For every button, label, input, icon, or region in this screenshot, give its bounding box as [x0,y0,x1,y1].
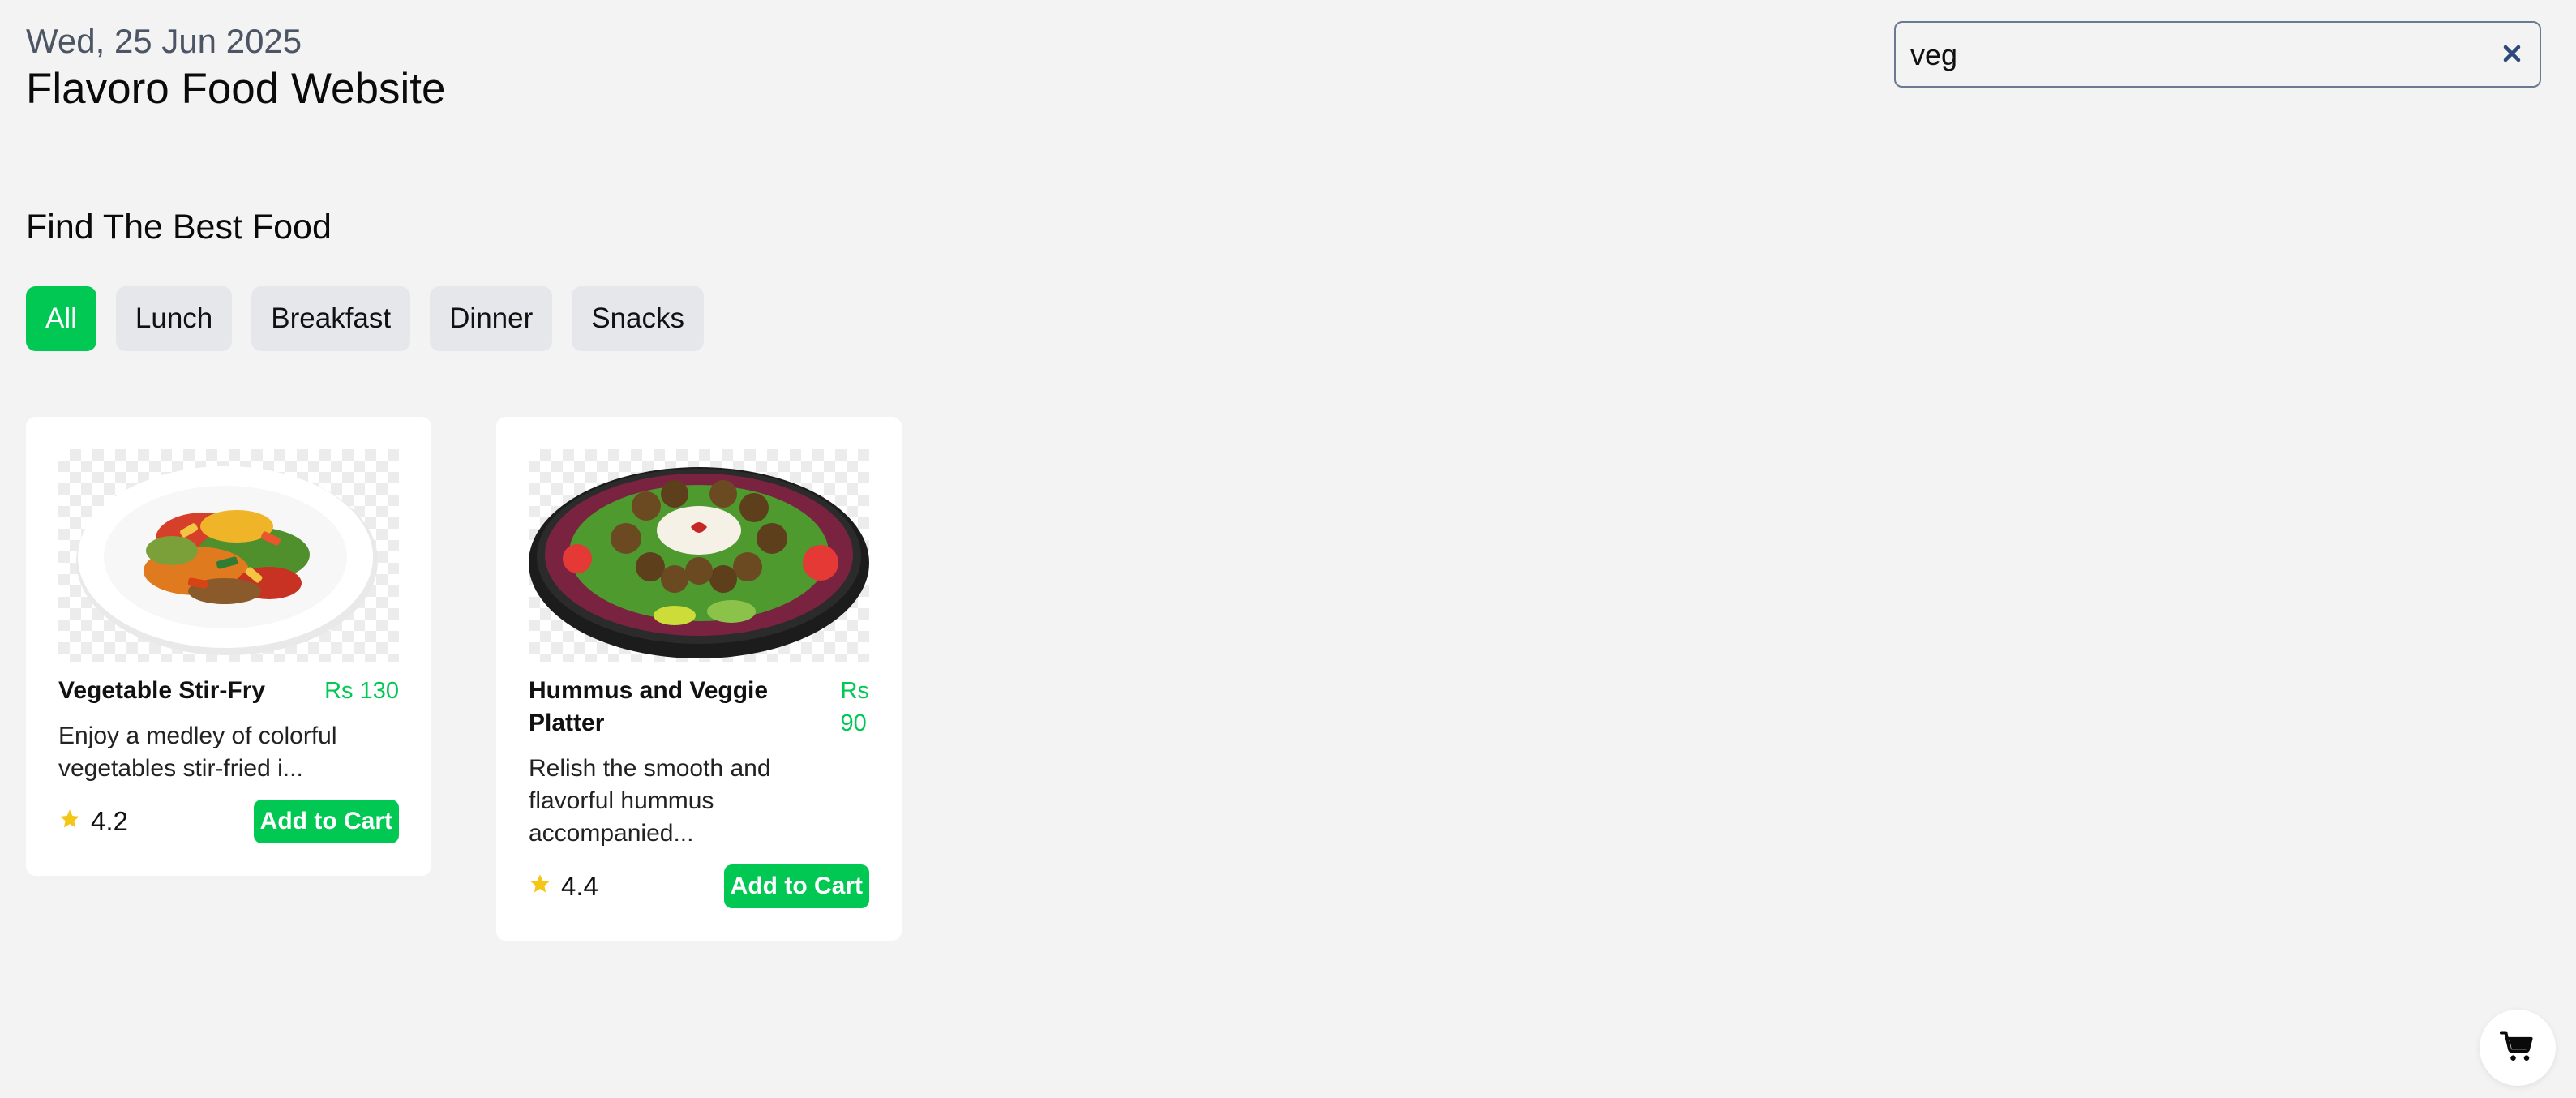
hummus-veggie-platter-image [529,449,869,662]
site-title: Flavoro Food Website [26,65,446,114]
star-icon [58,806,81,837]
star-icon [529,871,551,902]
filter-snacks-button[interactable]: Snacks [572,286,705,351]
rating: 4.4 [529,871,598,902]
current-date: Wed, 25 Jun 2025 [26,22,302,60]
price-amount: 90 [840,710,867,736]
category-filters: All Lunch Breakfast Dinner Snacks [26,286,705,351]
food-name: Hummus and Veggie Platter [529,677,769,736]
add-to-cart-button[interactable]: Add to Cart [723,864,869,908]
vegetable-stir-fry-image [58,449,399,662]
food-name: Vegetable Stir-Fry [58,677,266,704]
rating-value: 4.2 [91,806,128,836]
card-footer: 4.4 Add to Cart [529,864,869,908]
food-card: Vegetable Stir-Fry Rs 130 Enjoy a medley… [26,417,431,876]
search-box[interactable] [1894,21,2541,88]
food-description: Relish the smooth and flavorful hummus a… [529,755,771,847]
add-to-cart-button[interactable]: Add to Cart [253,800,399,843]
section-title: Find The Best Food [26,208,332,247]
header: Wed, 25 Jun 2025 Flavoro Food Website [26,21,445,115]
filter-breakfast-button[interactable]: Breakfast [251,286,411,351]
rating: 4.2 [58,806,128,837]
card-footer: 4.2 Add to Cart [58,800,399,843]
food-price: Rs 130 [324,678,399,704]
name-price-row: Vegetable Stir-Fry Rs 130 [58,675,399,707]
filter-lunch-button[interactable]: Lunch [115,286,233,351]
filter-dinner-button[interactable]: Dinner [430,286,553,351]
shopping-cart-icon [2499,1028,2535,1068]
cart-button[interactable] [2480,1010,2556,1086]
rating-value: 4.4 [561,871,598,901]
name-price-row: Hummus and Veggie Platter Rs 90 [529,675,869,740]
search-input[interactable] [1909,23,2480,88]
food-card: Hummus and Veggie Platter Rs 90 Relish t… [496,417,902,941]
close-icon[interactable] [2497,39,2527,68]
filter-all-button[interactable]: All [26,286,96,351]
price-currency: Rs [840,678,869,704]
food-price: Rs 90 [841,675,869,740]
food-description: Enjoy a medley of colorful vegetables st… [58,723,337,782]
